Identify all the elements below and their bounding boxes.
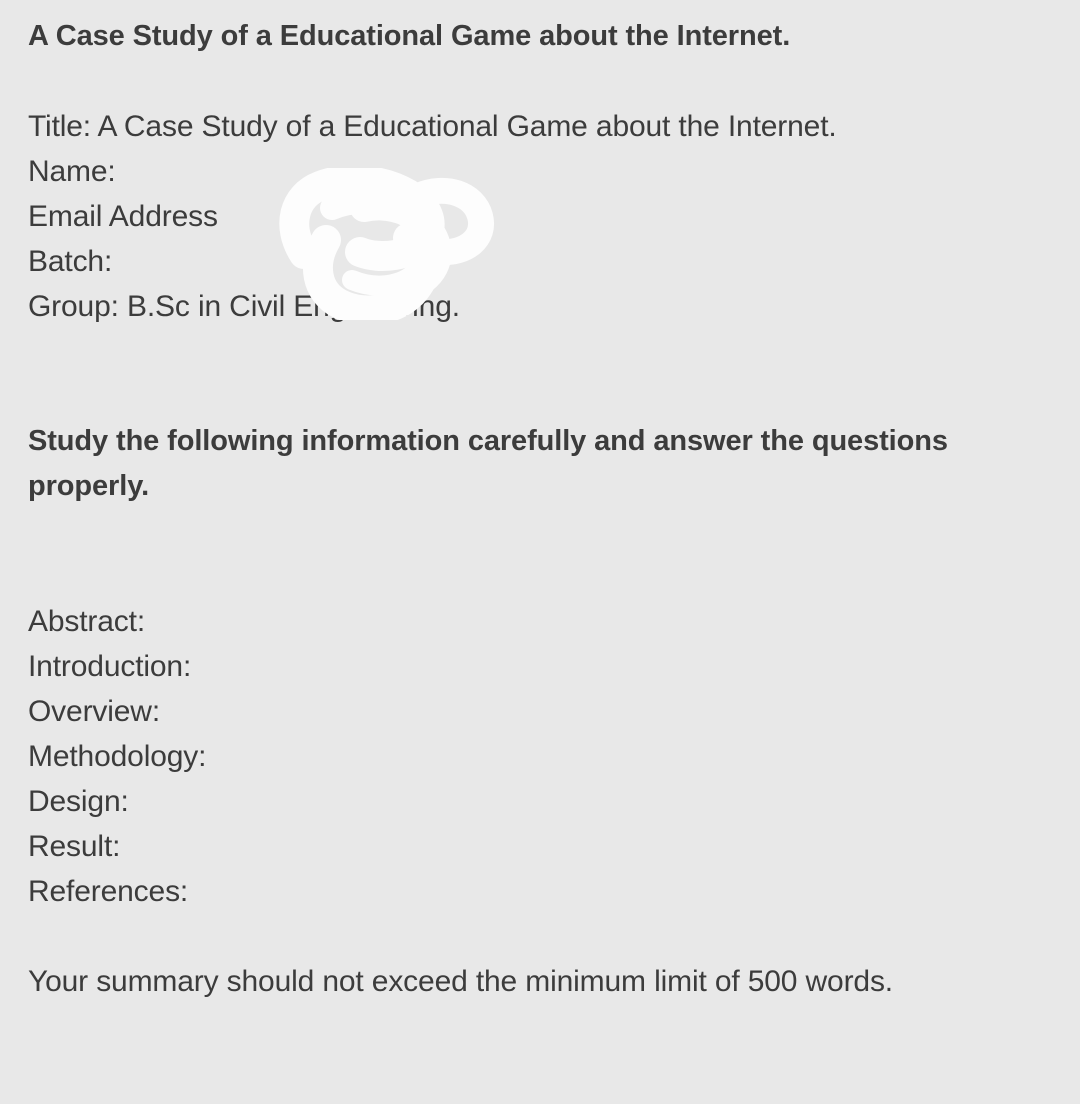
metadata-block: Title: A Case Study of a Educational Gam… — [28, 104, 1052, 329]
section-item-design: Design: — [28, 785, 129, 818]
metadata-line-name: Name: — [28, 155, 116, 188]
metadata-line-title: Title: A Case Study of a Educational Gam… — [28, 110, 837, 143]
section-heading-list: Abstract: Introduction: Overview: Method… — [28, 599, 1052, 914]
section-item-references: References: — [28, 875, 189, 908]
metadata-line-group: Group: B.Sc in Civil Engineering. — [28, 290, 460, 323]
section-item-introduction: Introduction: — [28, 650, 192, 683]
section-item-methodology: Methodology: — [28, 740, 207, 773]
section-item-result: Result: — [28, 830, 121, 863]
metadata-line-batch: Batch: — [28, 245, 113, 278]
page-title: A Case Study of a Educational Game about… — [28, 20, 791, 52]
instruction-text: Study the following information carefull… — [28, 425, 956, 502]
section-item-abstract: Abstract: — [28, 605, 146, 638]
metadata-line-email: Email Address — [28, 200, 218, 233]
section-item-overview: Overview: — [28, 695, 161, 728]
document-page: A Case Study of a Educational Game about… — [0, 0, 1080, 1104]
closing-note: Your summary should not exceed the minim… — [28, 965, 893, 998]
